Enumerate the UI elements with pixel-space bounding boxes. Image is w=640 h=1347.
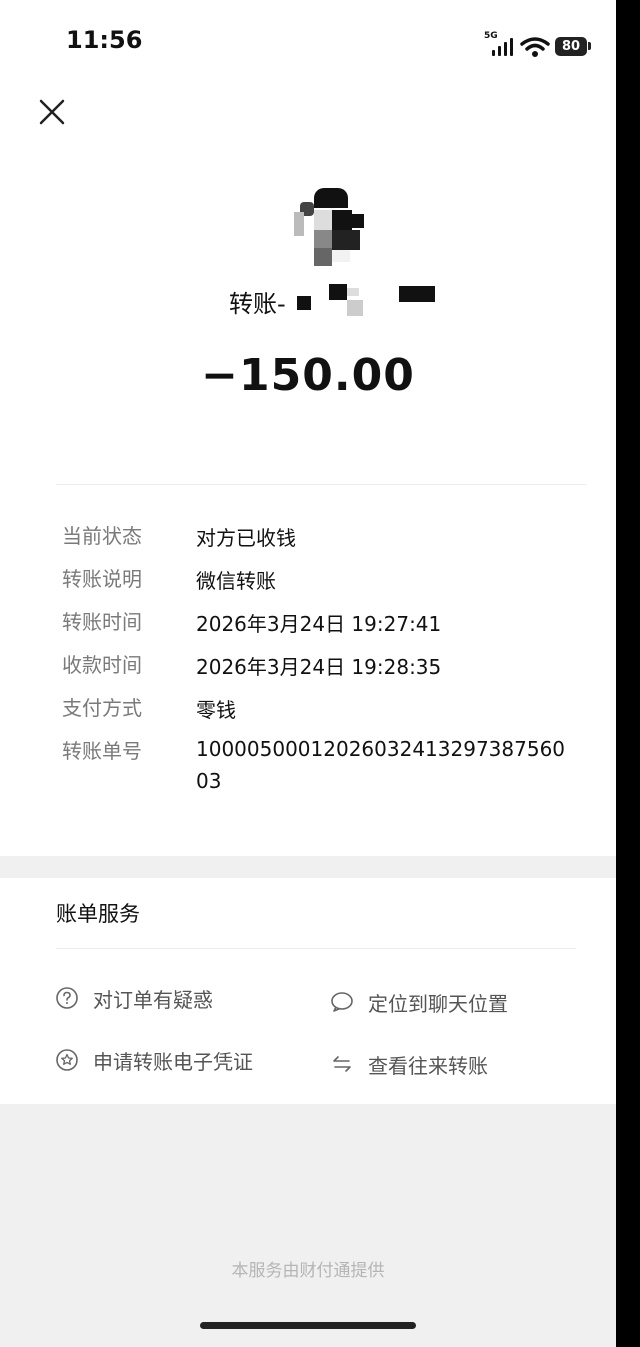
bottom-area: 本服务由财付通提供 (0, 1104, 616, 1347)
locate-chat-label: 定位到聊天位置 (368, 992, 508, 1016)
home-indicator[interactable] (200, 1322, 416, 1329)
chat-bubble-icon (331, 992, 353, 1012)
detail-value: 微信转账 (196, 569, 276, 593)
provider-footer: 本服务由财付通提供 (231, 1261, 385, 1281)
redacted-name-block (297, 296, 311, 310)
detail-label: 当前状态 (62, 524, 142, 548)
status-bar: 11:56 5G 80 (0, 0, 616, 80)
detail-label: 转账单号 (62, 739, 142, 763)
battery-tip (588, 42, 591, 50)
detail-value: 对方已收钱 (196, 526, 296, 550)
transfer-arrows-icon (333, 1056, 351, 1072)
close-icon[interactable] (36, 96, 68, 128)
divider (56, 948, 576, 949)
section-separator (0, 856, 616, 878)
apply-e-voucher-label: 申请转账电子凭证 (93, 1050, 253, 1074)
transfer-amount: −150.00 (201, 350, 415, 401)
transaction-id-value[interactable]: 1000050001202603241329738756003 (196, 733, 576, 797)
redacted-name-block (347, 288, 359, 296)
star-badge-icon (56, 1049, 78, 1071)
detail-label: 支付方式 (62, 696, 142, 720)
order-question-label: 对订单有疑惑 (93, 988, 213, 1012)
detail-value: 2026年3月24日 19:28:35 (196, 655, 442, 679)
detail-label: 收款时间 (62, 653, 142, 677)
view-transfers-label: 查看往来转账 (368, 1054, 488, 1078)
detail-value: 2026年3月24日 19:27:41 (196, 612, 442, 636)
services-title: 账单服务 (56, 902, 140, 926)
status-time: 11:56 (66, 26, 143, 54)
redacted-name-block (347, 300, 363, 316)
detail-label: 转账时间 (62, 610, 142, 634)
transfer-detail-screen: 11:56 5G 80 转账- −150.00 当前状态 对方已收钱 转账说明 … (0, 0, 616, 1347)
cellular-signal-icon: 5G (484, 31, 520, 59)
bill-services-section: 账单服务 对订单有疑惑 定位到聊天位置 申请转账电子凭证 查看往来转账 (0, 878, 616, 1104)
wifi-icon (520, 37, 550, 57)
detail-value: 零钱 (196, 698, 236, 722)
divider (56, 484, 586, 485)
battery-icon: 80 (555, 37, 587, 56)
transfer-title-text: 转账- (229, 290, 286, 318)
redacted-name-block (329, 284, 347, 300)
avatar (292, 188, 364, 268)
detail-label: 转账说明 (62, 567, 142, 591)
question-circle-icon (56, 987, 78, 1009)
redacted-name-block (399, 286, 435, 302)
